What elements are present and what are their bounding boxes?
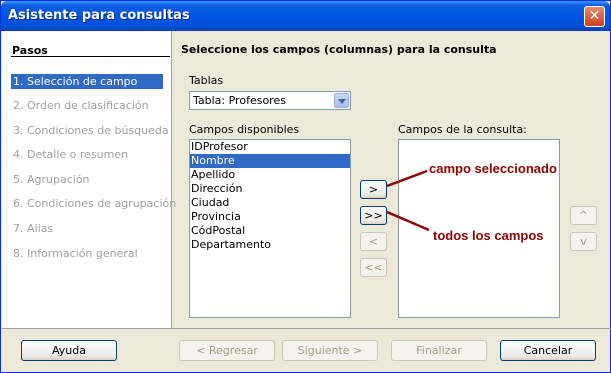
step-detail-summary[interactable]: 4. Detalle o resumen [11,147,163,162]
steps-divider [11,56,170,57]
step-sort-order[interactable]: 2. Orden de clasificación [11,98,163,113]
footer-divider [2,328,611,329]
help-button[interactable]: Ayuda [21,340,117,361]
available-fields-list[interactable]: IDProfesor Nombre Apellido Dirección Ciu… [189,139,351,318]
step-grouping[interactable]: 5. Agrupación [11,172,163,187]
list-item[interactable]: Departamento [190,238,350,252]
list-item[interactable]: Provincia [190,210,350,224]
remove-all-fields-button[interactable]: << [360,258,387,277]
finish-button[interactable]: Finalizar [391,340,487,361]
list-item[interactable]: Dirección [190,182,350,196]
add-field-button[interactable]: > [360,180,387,199]
step-search-conditions[interactable]: 3. Condiciones de búsqueda [11,123,169,138]
chevron-down-icon[interactable] [334,93,349,108]
remove-field-button[interactable]: < [360,232,387,251]
move-up-button[interactable]: ^ [570,206,597,225]
list-item-selected[interactable]: Nombre [190,154,350,168]
title-bar[interactable]: Asistente para consultas ✕ [1,1,610,31]
close-icon[interactable]: ✕ [584,6,605,27]
page-heading: Seleccione los campos (columnas) para la… [181,43,497,56]
step-alias[interactable]: 7. Alias [11,221,163,236]
step-grouping-conditions[interactable]: 6. Condiciones de agrupación [11,196,176,211]
window-title: Asistente para consultas [8,8,190,23]
query-fields-label: Campos de la consulta: [398,123,527,136]
move-down-button[interactable]: v [570,232,597,251]
available-fields-label: Campos disponibles [189,123,300,136]
list-item[interactable]: Ciudad [190,196,350,210]
tables-dropdown[interactable]: Tabla: Profesores [189,91,351,110]
tables-dropdown-value: Tabla: Profesores [193,94,286,107]
add-all-fields-button[interactable]: >> [360,206,387,225]
back-button[interactable]: < Regresar [179,340,275,361]
step-field-selection[interactable]: 1. Selección de campo [11,74,163,89]
list-item[interactable]: IDProfesor [190,140,350,154]
step-overview[interactable]: 8. Información general [11,246,163,261]
list-item[interactable]: CódPostal [190,224,350,238]
wizard-content: Seleccione los campos (columnas) para la… [173,31,610,328]
cancel-button[interactable]: Cancelar [500,340,596,361]
tables-label: Tablas [189,74,224,87]
annotation-all-fields: todos los campos [433,228,544,243]
steps-sidebar: Pasos 1. Selección de campo 2. Orden de … [2,31,176,328]
list-item[interactable]: Apellido [190,168,350,182]
next-button[interactable]: Siguiente > [282,340,378,361]
annotation-selected-field: campo seleccionado [429,161,557,176]
query-wizard-window: Asistente para consultas ✕ Pasos 1. Sele… [0,0,611,373]
